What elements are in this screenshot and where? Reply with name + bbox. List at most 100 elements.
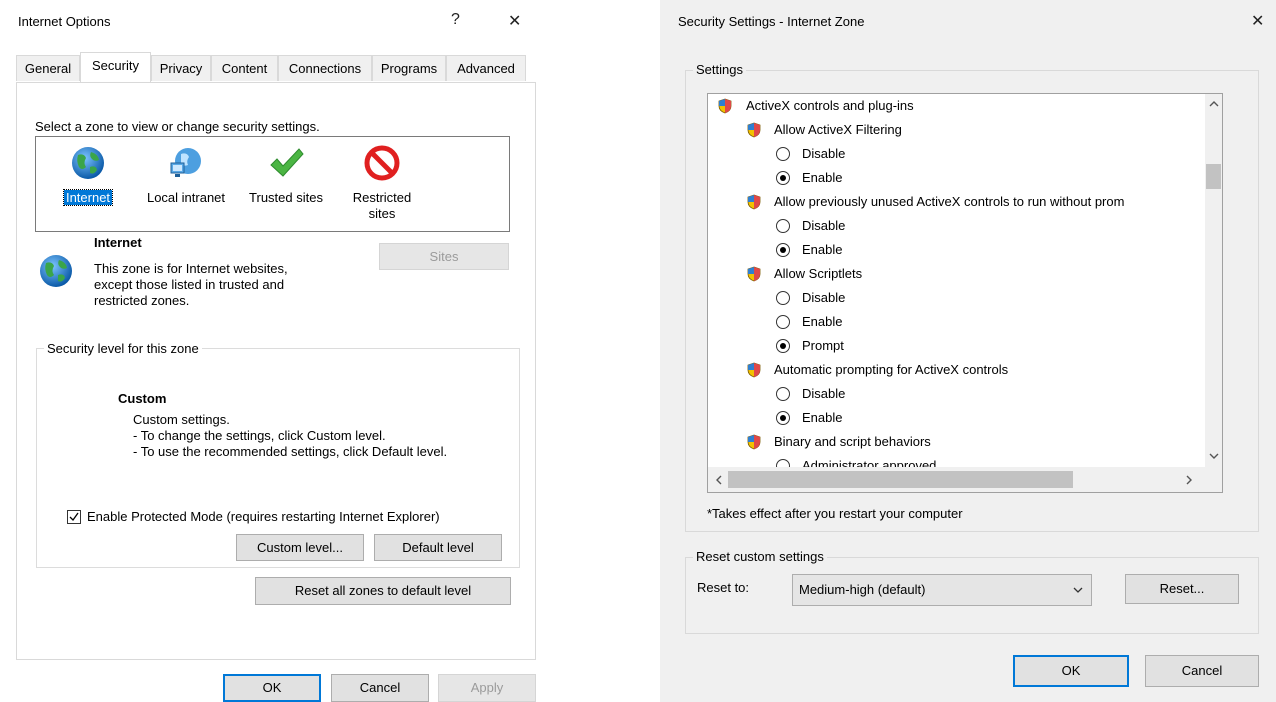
radio-button[interactable] [776,147,790,161]
zone-local-intranet[interactable]: Local intranet [136,137,236,231]
tab-general[interactable]: General [16,55,80,81]
shield-icon [718,98,732,114]
setting-label: Enable [802,314,843,329]
zone-label-line1: Restricted [352,190,412,205]
globe-icon [72,147,104,179]
cancel-button[interactable]: Cancel [331,674,429,702]
scrollbar-thumb[interactable] [1206,164,1221,189]
reset-button[interactable]: Reset... [1125,574,1239,604]
shield-icon [747,122,761,138]
setting-label: Allow Scriptlets [774,266,863,281]
shield-icon [747,266,761,282]
setting-row: Allow ActiveX Filtering [708,118,1204,142]
dialog-title: Security Settings - Internet Zone [678,14,865,29]
chevron-up-icon[interactable] [1209,100,1219,108]
zone-label-line2: sites [368,206,396,221]
setting-row: Binary and script behaviors [708,430,1204,454]
protected-mode-label: Enable Protected Mode (requires restarti… [87,509,440,524]
zone-label: Local intranet [146,190,226,205]
setting-label: Enable [802,170,843,185]
setting-option-row[interactable]: Disable [708,286,1204,310]
tab-programs[interactable]: Programs [372,55,446,81]
dialog-title: Internet Options [18,14,111,29]
ok-button[interactable]: OK [223,674,321,702]
zone-description-line: except those listed in trusted and [94,277,285,292]
tab-advanced[interactable]: Advanced [446,55,526,81]
zone-trusted-sites[interactable]: Trusted sites [238,137,334,231]
close-button[interactable]: ✕ [1251,11,1264,31]
radio-button[interactable] [776,291,790,305]
setting-option-row[interactable]: Disable [708,382,1204,406]
reset-legend: Reset custom settings [693,549,827,564]
zone-description-line: This zone is for Internet websites, [94,261,288,276]
setting-option-row[interactable]: Enable [708,166,1204,190]
radio-button[interactable] [776,411,790,425]
setting-option-row[interactable]: Disable [708,142,1204,166]
restart-note: *Takes effect after you restart your com… [707,506,963,521]
setting-label: Binary and script behaviors [774,434,931,449]
internet-options-dialog: Internet Options ? ✕ General Security Pr… [0,0,550,702]
setting-label: Disable [802,218,846,233]
setting-label: Disable [802,290,846,305]
radio-button[interactable] [776,315,790,329]
security-level-line: - To change the settings, click Custom l… [133,428,386,443]
sites-button[interactable]: Sites [379,243,509,270]
setting-option-row[interactable]: Enable [708,310,1204,334]
setting-category-row: ActiveX controls and plug-ins [708,94,1204,118]
ok-button[interactable]: OK [1013,655,1129,687]
settings-list[interactable]: ActiveX controls and plug-ins Allow Activ… [707,93,1223,493]
zone-name: Internet [94,235,142,250]
scroll-corner [1205,467,1222,492]
chevron-down-icon[interactable] [1209,452,1219,460]
chevron-right-icon[interactable] [1185,475,1193,485]
tab-privacy[interactable]: Privacy [151,55,211,81]
security-level-description: Custom settings. - To change the setting… [133,412,447,460]
zone-internet[interactable]: Internet [40,137,136,231]
restricted-icon [364,145,400,181]
vertical-scrollbar[interactable] [1205,94,1222,467]
cancel-button[interactable]: Cancel [1145,655,1259,687]
close-button[interactable]: ✕ [508,11,521,31]
setting-option-row[interactable]: Disable [708,214,1204,238]
intranet-icon [170,148,201,177]
reset-to-select[interactable]: Medium-high (default) [792,574,1092,606]
apply-button[interactable]: Apply [438,674,536,702]
security-level-name: Custom [118,391,167,406]
radio-button[interactable] [776,171,790,185]
radio-button[interactable] [776,339,790,353]
scrollbar-thumb[interactable] [728,471,1073,488]
zone-list: Internet Local intranet Trusted sites Re… [35,136,510,232]
reset-to-value: Medium-high (default) [799,582,926,597]
setting-option-row[interactable]: Enable [708,238,1204,262]
zone-description: This zone is for Internet websites, exce… [94,261,288,309]
setting-label: Enable [802,242,843,257]
chevron-left-icon[interactable] [715,475,723,485]
setting-option-row[interactable]: Prompt [708,334,1204,358]
setting-label: Enable [802,410,843,425]
horizontal-scrollbar[interactable] [708,467,1205,492]
checkmark-icon [270,148,304,177]
radio-button[interactable] [776,219,790,233]
tab-content[interactable]: Content [211,55,278,81]
radio-button[interactable] [776,387,790,401]
reset-all-zones-button[interactable]: Reset all zones to default level [255,577,511,605]
setting-label: Automatic prompting for ActiveX controls [774,362,1009,377]
setting-label: Allow previously unused ActiveX controls… [774,194,1125,209]
default-level-button[interactable]: Default level [374,534,502,561]
setting-label: Disable [802,146,846,161]
shield-icon [747,194,761,210]
zone-restricted-sites[interactable]: Restricted sites [334,137,430,231]
tab-connections[interactable]: Connections [278,55,372,81]
custom-level-button[interactable]: Custom level... [236,534,364,561]
setting-label: Allow ActiveX Filtering [774,122,902,137]
setting-option-row[interactable]: Enable [708,406,1204,430]
zone-label: Internet [62,189,114,206]
tab-security[interactable]: Security [80,52,151,82]
setting-label: Prompt [802,338,844,353]
security-level-line: - To use the recommended settings, click… [133,444,448,459]
help-button[interactable]: ? [451,11,460,29]
radio-button[interactable] [776,243,790,257]
setting-row: Allow previously unused ActiveX controls… [708,190,1204,214]
settings-legend: Settings [693,62,746,77]
protected-mode-checkbox[interactable] [67,510,81,524]
